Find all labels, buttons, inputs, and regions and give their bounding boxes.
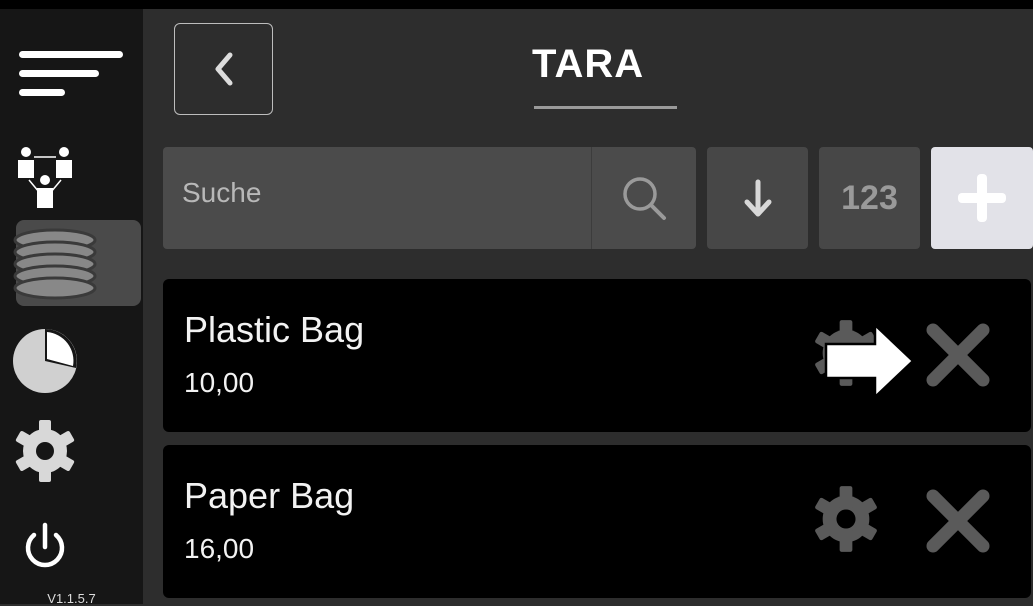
sidebar-item-settings[interactable] (0, 413, 116, 489)
item-settings-button[interactable] (811, 484, 881, 559)
numeric-sort-label: 123 (841, 178, 898, 217)
power-icon (25, 522, 64, 568)
item-delete-button[interactable] (923, 486, 993, 561)
list-item[interactable]: Plastic Bag 10,00 (163, 279, 1031, 432)
sidebar-item-users[interactable] (0, 137, 116, 217)
item-delete-button[interactable] (923, 320, 993, 395)
add-button[interactable] (931, 147, 1033, 249)
item-name: Paper Bag (184, 475, 355, 516)
item-value: 10,00 (184, 367, 255, 398)
page-title: TARA (532, 42, 645, 86)
item-name: Plastic Bag (184, 309, 365, 350)
plus-icon (958, 174, 1006, 222)
close-icon (926, 323, 990, 387)
sidebar-item-statistics[interactable] (0, 323, 116, 399)
top-bar (0, 0, 1033, 9)
pointer-arrow-icon (823, 322, 917, 405)
main-panel: TARA Suche 123 Plastic Bag 10,00 Paper B… (143, 9, 1033, 604)
numeric-sort-button[interactable]: 123 (819, 147, 920, 249)
sidebar-item-power[interactable] (0, 513, 116, 579)
close-icon (926, 489, 990, 553)
chevron-left-icon (215, 52, 232, 86)
pie-chart-icon (12, 329, 77, 393)
back-button[interactable] (174, 23, 273, 115)
gear-icon (815, 486, 877, 552)
title-underline (534, 106, 677, 109)
sort-button[interactable] (707, 147, 808, 249)
tare-stack-icon (13, 228, 96, 300)
menu-button[interactable] (0, 37, 143, 109)
gear-icon (15, 420, 74, 482)
menu-icon (18, 51, 123, 96)
search-icon (623, 177, 666, 220)
search-input[interactable]: Suche (182, 177, 261, 209)
item-value: 16,00 (184, 533, 255, 564)
sidebar-item-tare[interactable] (13, 220, 141, 306)
search-button[interactable] (591, 147, 696, 249)
sidebar: V1.1.5.7 (0, 9, 143, 606)
list-item[interactable]: Paper Bag 16,00 (163, 445, 1031, 598)
users-icon (17, 147, 72, 208)
arrow-down-icon (744, 179, 771, 217)
search-field[interactable]: Suche (163, 147, 696, 249)
